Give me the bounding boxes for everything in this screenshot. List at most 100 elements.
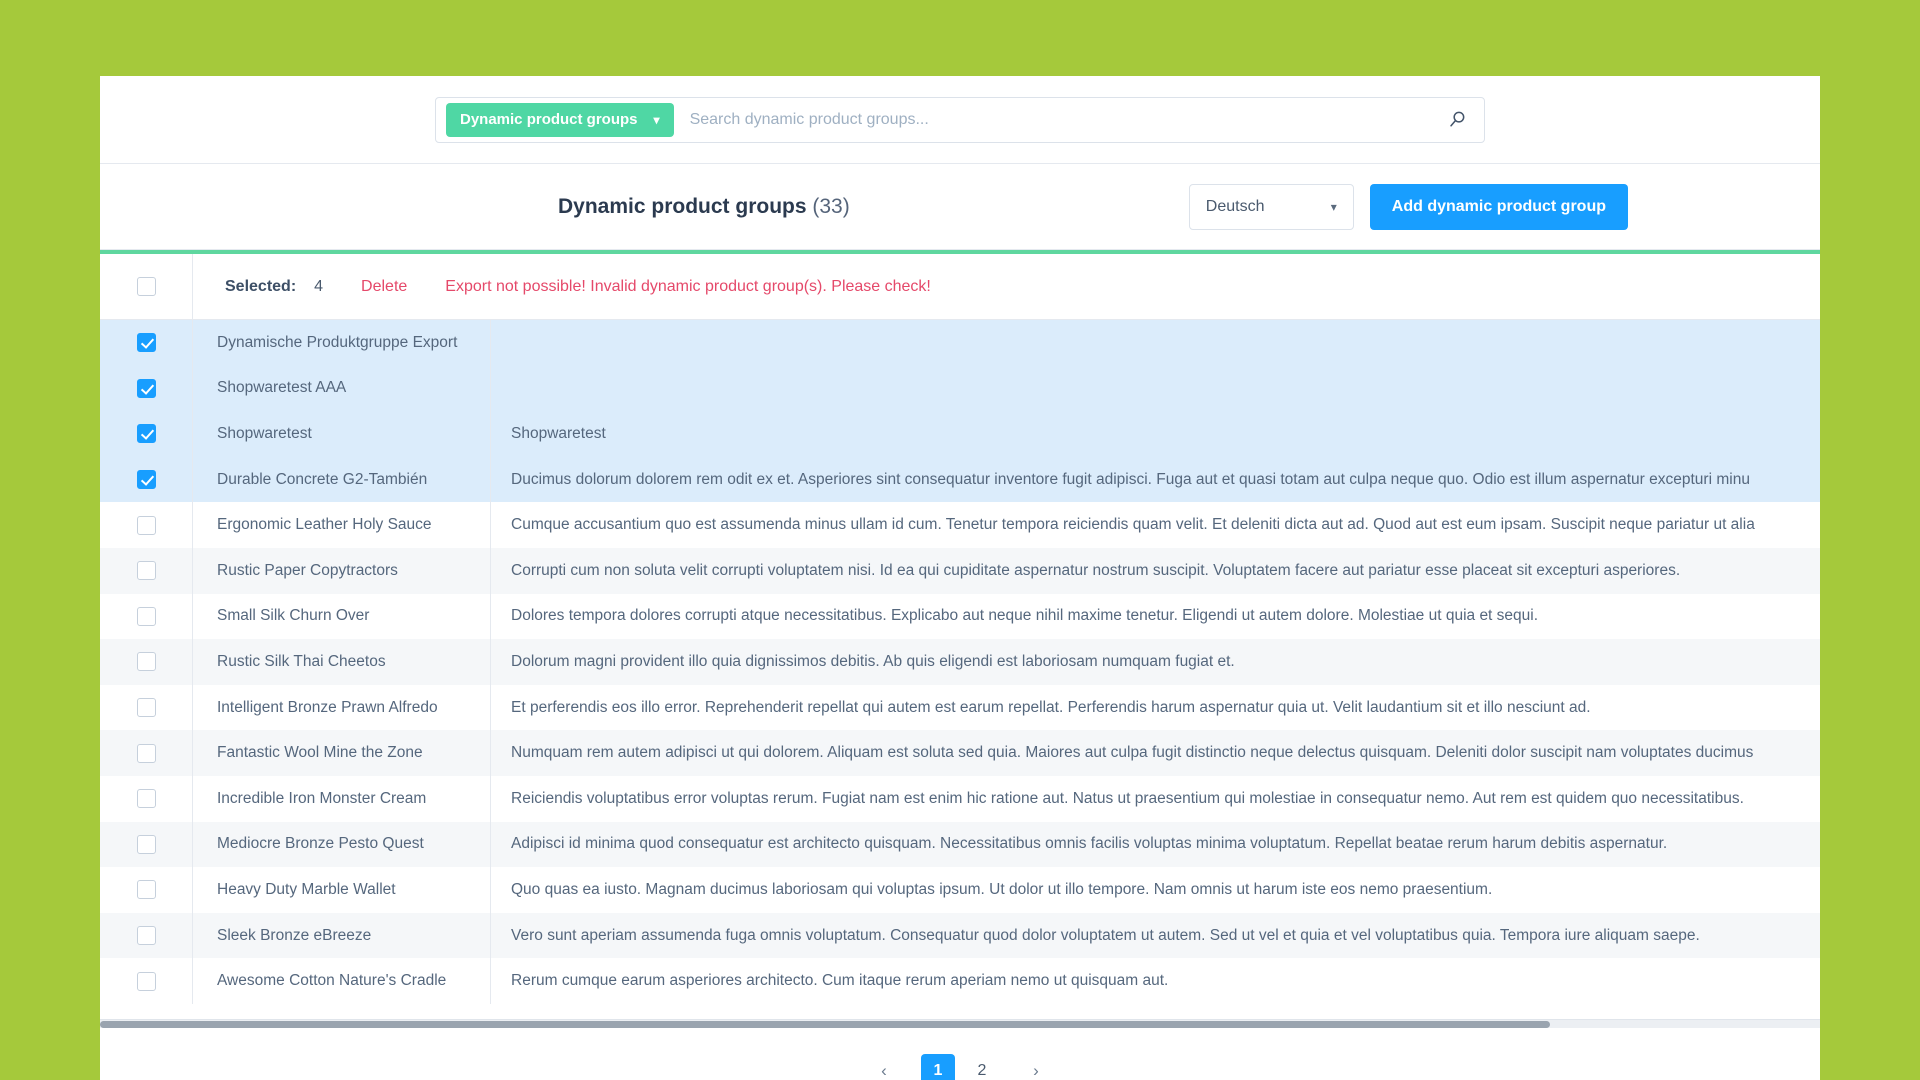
pagination-page-1[interactable]: 1 — [921, 1054, 955, 1080]
table-row[interactable]: Sleek Bronze eBreeze Vero sunt aperiam as… — [100, 912, 1820, 959]
row-description: Corrupti cum non soluta velit corrupti v… — [490, 547, 1820, 594]
row-name: Durable Concrete G2-También — [192, 456, 490, 503]
row-select-cell — [100, 789, 192, 809]
row-checkbox[interactable] — [136, 971, 156, 991]
language-select[interactable]: Deutsch ▾ — [1188, 183, 1354, 230]
table-row[interactable]: Heavy Duty Marble Wallet Quo quas ea iust… — [100, 867, 1820, 913]
row-select-cell — [100, 424, 192, 444]
table-row[interactable]: Small Silk Churn Over Dolores tempora dol… — [100, 593, 1820, 640]
row-select-cell — [100, 926, 192, 946]
row-description — [490, 365, 1820, 412]
bulk-action-content: Selected: 4 Delete Export not possible! … — [192, 254, 1820, 319]
table-row[interactable]: Fantastic Wool Mine the Zone Numquam rem … — [100, 730, 1820, 776]
row-checkbox[interactable] — [136, 424, 156, 444]
pagination-prev-button[interactable]: ‹ — [867, 1054, 901, 1080]
row-checkbox[interactable] — [136, 834, 156, 854]
row-checkbox[interactable] — [136, 743, 156, 763]
row-description: Dolores tempora dolores corrupti atque n… — [490, 593, 1820, 640]
row-description: Shopwaretest — [490, 411, 1820, 457]
table-row[interactable]: Dynamische Produktgruppe Export — [100, 320, 1820, 366]
add-dynamic-product-group-button[interactable]: Add dynamic product group — [1369, 183, 1628, 230]
chevron-down-icon: ▾ — [1330, 199, 1337, 214]
row-name: Heavy Duty Marble Wallet — [192, 867, 490, 913]
row-description: Reiciendis voluptatibus error voluptas r… — [490, 775, 1820, 822]
row-checkbox[interactable] — [136, 789, 156, 809]
table-row[interactable]: Ergonomic Leather Holy Sauce Cumque accus… — [100, 502, 1820, 548]
table-row[interactable]: Shopwaretest AAA — [100, 365, 1820, 412]
row-select-cell — [100, 834, 192, 854]
search-container: Dynamic product groups ▾ — [435, 96, 1485, 143]
table-row[interactable]: Rustic Paper Copytractors Corrupti cum no… — [100, 547, 1820, 594]
row-name: Fantastic Wool Mine the Zone — [192, 730, 490, 776]
table-row[interactable]: Intelligent Bronze Prawn Alfredo Et perfe… — [100, 684, 1820, 731]
table-row[interactable]: Durable Concrete G2-También Ducimus dolor… — [100, 456, 1820, 503]
row-description: Cumque accusantium quo est assumenda min… — [490, 502, 1820, 548]
page-title-count: (33) — [812, 194, 850, 218]
page-title: Dynamic product groups (33) — [558, 195, 850, 219]
row-name: Awesome Cotton Nature's Cradle — [192, 958, 490, 1004]
row-select-cell — [100, 470, 192, 490]
search-input[interactable] — [673, 110, 1440, 129]
table-row[interactable]: Shopwaretest Shopwaretest — [100, 411, 1820, 457]
selected-count: 4 — [314, 277, 324, 295]
row-select-cell — [100, 743, 192, 763]
row-name: Incredible Iron Monster Cream — [192, 775, 490, 822]
search-bar-row: Dynamic product groups ▾ — [100, 76, 1820, 164]
row-select-cell — [100, 880, 192, 900]
row-select-cell — [100, 333, 192, 353]
row-checkbox[interactable] — [136, 926, 156, 946]
selected-label: Selected: — [225, 277, 297, 295]
bulk-action-bar: Selected: 4 Delete Export not possible! … — [100, 254, 1820, 320]
search-icon[interactable] — [1440, 103, 1474, 137]
row-name: Sleek Bronze eBreeze — [192, 912, 490, 959]
row-description — [490, 320, 1820, 366]
row-name: Small Silk Churn Over — [192, 593, 490, 640]
row-description: Vero sunt aperiam assumenda fuga omnis v… — [490, 912, 1820, 959]
chevron-down-icon: ▾ — [653, 112, 660, 127]
table-row[interactable]: Mediocre Bronze Pesto Quest Adipisci id m… — [100, 821, 1820, 868]
horizontal-scrollbar[interactable] — [100, 1019, 1820, 1028]
row-name: Rustic Paper Copytractors — [192, 547, 490, 594]
row-checkbox[interactable] — [136, 333, 156, 353]
row-checkbox[interactable] — [136, 606, 156, 626]
row-description: Ducimus dolorum dolorem rem odit ex et. … — [490, 456, 1820, 503]
row-select-cell — [100, 606, 192, 626]
scrollbar-thumb[interactable] — [100, 1021, 1550, 1028]
pagination-page-2[interactable]: 2 — [965, 1054, 999, 1080]
row-checkbox[interactable] — [136, 515, 156, 535]
row-checkbox[interactable] — [136, 470, 156, 490]
select-all-cell — [100, 277, 192, 296]
row-select-cell — [100, 652, 192, 672]
row-checkbox[interactable] — [136, 561, 156, 581]
row-select-cell — [100, 971, 192, 991]
table-row[interactable]: Incredible Iron Monster Cream Reiciendis … — [100, 775, 1820, 822]
row-checkbox[interactable] — [136, 378, 156, 398]
row-name: Shopwaretest — [192, 411, 490, 457]
row-name: Rustic Silk Thai Cheetos — [192, 639, 490, 685]
application-window: Dynamic product groups ▾ Dynamic product… — [100, 76, 1820, 1080]
row-name: Shopwaretest AAA — [192, 365, 490, 412]
pagination: ‹ 1 2 › — [100, 1028, 1820, 1080]
select-all-checkbox[interactable] — [136, 277, 156, 296]
row-checkbox[interactable] — [136, 698, 156, 718]
search-type-label: Dynamic product groups — [460, 111, 638, 128]
row-description: Et perferendis eos illo error. Reprehend… — [490, 684, 1820, 731]
row-select-cell — [100, 561, 192, 581]
search-type-dropdown[interactable]: Dynamic product groups ▾ — [446, 102, 674, 137]
row-checkbox[interactable] — [136, 652, 156, 672]
pagination-next-button[interactable]: › — [1019, 1054, 1053, 1080]
table-row[interactable]: Awesome Cotton Nature's Cradle Rerum cumq… — [100, 958, 1820, 1004]
row-name: Intelligent Bronze Prawn Alfredo — [192, 684, 490, 731]
row-select-cell — [100, 378, 192, 398]
row-checkbox[interactable] — [136, 880, 156, 900]
row-description: Dolorum magni provident illo quia dignis… — [490, 639, 1820, 685]
row-select-cell — [100, 515, 192, 535]
table-body: Dynamische Produktgruppe Export Shopwaret… — [100, 320, 1820, 1004]
row-select-cell — [100, 698, 192, 718]
table-row[interactable]: Rustic Silk Thai Cheetos Dolorum magni pr… — [100, 639, 1820, 685]
row-name: Ergonomic Leather Holy Sauce — [192, 502, 490, 548]
bulk-delete-button[interactable]: Delete — [361, 278, 407, 296]
page-header-row: Dynamic product groups (33) Deutsch ▾ Ad… — [100, 164, 1820, 250]
row-name: Mediocre Bronze Pesto Quest — [192, 821, 490, 868]
data-table: Dynamische Produktgruppe Export Shopwaret… — [100, 320, 1820, 1028]
